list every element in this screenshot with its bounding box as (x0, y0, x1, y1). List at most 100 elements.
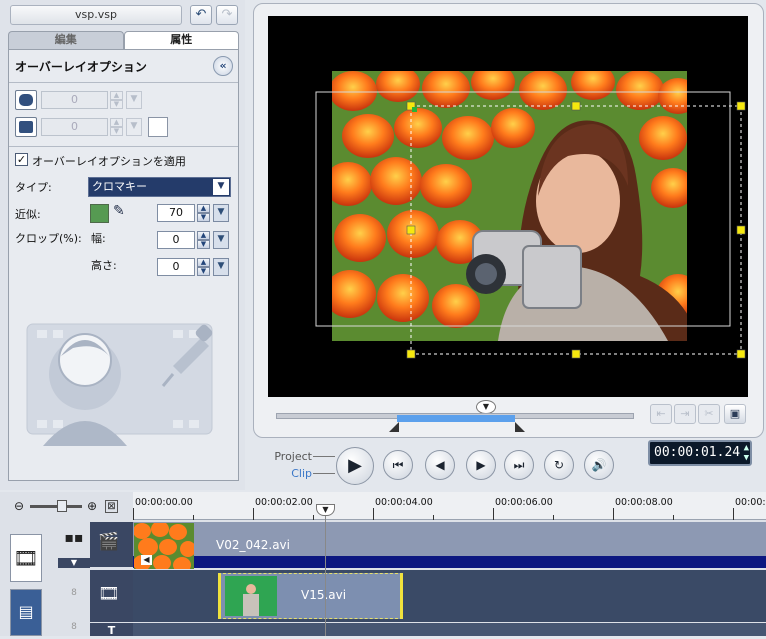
title-track-header[interactable]: T (90, 623, 133, 637)
preview-screen[interactable] (268, 16, 748, 397)
volume-button[interactable]: 🔊 (584, 450, 614, 480)
crop-width-label: 幅: (91, 232, 106, 245)
divider (313, 473, 335, 474)
zoom-slider[interactable] (30, 505, 82, 508)
crop-height-spinner[interactable]: ▲ ▼ (197, 258, 210, 276)
crop-label: クロップ(%): (15, 232, 82, 245)
mark-in-button[interactable]: ⇤ (650, 404, 672, 424)
collapse-button[interactable]: « (213, 56, 233, 76)
similarity-field[interactable]: 70 (157, 204, 195, 222)
overlay-options-title: オーバーレイオプション (15, 60, 147, 74)
overlay-clip-thumbnail (225, 576, 277, 616)
options-panel: vsp.vsp ↶ ↷ 編集 属性 オーバーレイオプション « 0 ▲ ▼ ▼ 0… (0, 0, 245, 490)
tab-edit[interactable]: 編集 (8, 31, 124, 49)
enlarge-button[interactable]: ▣ (724, 404, 746, 424)
ruler-label: 00:00:00.00 (135, 497, 193, 508)
border-icon[interactable] (15, 117, 37, 137)
similarity-spinner[interactable]: ▲ ▼ (197, 204, 210, 222)
crop-width-spinner[interactable]: ▲ ▼ (197, 231, 210, 249)
border-color-swatch (148, 117, 168, 137)
undo-button[interactable]: ↶ (190, 5, 212, 25)
mark-in-icon: ⇤ (656, 407, 666, 420)
repeat-button[interactable]: ↻ (544, 450, 574, 480)
divider (9, 146, 238, 147)
playhead-line (325, 505, 326, 636)
mode-clip[interactable]: Clip (272, 467, 312, 480)
type-select-value: クロマキー (92, 180, 147, 193)
audio-icon: ◀ (141, 555, 152, 565)
crop-height-dropdown[interactable]: ▼ (213, 258, 229, 276)
tab-attributes[interactable]: 属性 (123, 31, 239, 49)
zoom-out-icon[interactable]: ⊖ (14, 499, 24, 513)
fit-timeline-icon[interactable]: ⊠ (105, 500, 118, 513)
zoom-slider-thumb[interactable] (57, 500, 67, 512)
end-button[interactable]: ⏭ (504, 450, 534, 480)
ruler-label: 00:00:06.00 (495, 497, 553, 508)
mark-out-button[interactable]: ⇥ (674, 404, 696, 424)
apply-overlay-checkbox[interactable]: ✓ (15, 153, 28, 166)
scrubber-handle[interactable]: ▼ (476, 400, 496, 414)
storyboard-view-button[interactable]: 🎞 (10, 534, 42, 582)
video-track-header[interactable]: 🎬 (90, 522, 133, 567)
double-chevron-left-icon: « (219, 59, 227, 72)
preview-video-frame (315, 71, 746, 359)
mark-out-icon: ⇥ (680, 407, 690, 420)
overlay-track-icon: 🎞 (98, 584, 120, 604)
trim-end-handle[interactable] (515, 422, 525, 432)
video-track-audio-bar (133, 556, 766, 568)
mask-dropdown: ▼ (126, 91, 142, 109)
zoom-in-icon[interactable]: ⊕ (87, 499, 97, 513)
next-frame-icon: ▶ (476, 458, 486, 472)
crop-width-dropdown[interactable]: ▼ (213, 231, 229, 249)
film-icon: 🎞 (13, 546, 39, 570)
title-track[interactable] (133, 623, 766, 636)
mode-project[interactable]: Project (272, 450, 312, 463)
overlay-clip[interactable]: V15.avi (218, 573, 403, 619)
eyedropper-icon[interactable]: ✎ (113, 203, 125, 219)
redo-button[interactable]: ↷ (216, 5, 238, 25)
mask-field: 0 (41, 91, 108, 109)
type-label: タイプ: (15, 181, 52, 194)
enlarge-icon: ▣ (729, 407, 741, 420)
ruler-label: 00:00:04.00 (375, 497, 433, 508)
undo-icon: ↶ (195, 7, 207, 22)
track-expand-button[interactable]: ▼ (58, 558, 90, 568)
zoom-controls: ⊖ ⊕ ⊠ (0, 492, 133, 520)
trim-range (397, 415, 515, 422)
border-dropdown: ▼ (126, 118, 142, 136)
play-button[interactable]: ▶ (336, 447, 374, 485)
track-number: 8 (71, 622, 77, 632)
scissors-icon: ✂ (704, 407, 714, 420)
timeline-view-button[interactable]: ▤ (10, 589, 42, 636)
crop-height-label: 高さ: (91, 259, 117, 272)
mask-icon[interactable] (15, 90, 37, 110)
track-number: 8 (71, 588, 77, 598)
ruler-label: 00:00:08.00 (615, 497, 673, 508)
attributes-panel: オーバーレイオプション « 0 ▲ ▼ ▼ 0 ▲ ▼ ▼ ✓ オーバーレイオプショ… (8, 49, 239, 481)
border-spinner: ▲ ▼ (110, 118, 123, 136)
key-color-swatch[interactable] (90, 204, 109, 223)
split-button[interactable]: ✂ (698, 404, 720, 424)
project-name: vsp.vsp (10, 5, 182, 25)
play-icon: ▶ (348, 455, 362, 476)
similarity-dropdown[interactable]: ▼ (213, 204, 229, 222)
previous-frame-button[interactable]: ◀ (425, 450, 455, 480)
timeline-ruler[interactable]: 00:00:00.00 00:00:02.00 00:00:04.00 00:0… (133, 492, 766, 520)
next-frame-button[interactable]: ▶ (466, 450, 496, 480)
type-select[interactable]: クロマキー ▼ (88, 177, 231, 197)
clip-name: V15.avi (301, 588, 347, 602)
crop-height-field[interactable]: 0 (157, 258, 195, 276)
overlay-track-header[interactable]: 🎞 (90, 570, 133, 622)
mask-spinner: ▲ ▼ (110, 91, 123, 109)
prev-frame-icon: ◀ (435, 458, 445, 472)
ruler-label: 00:00:02.00 (255, 497, 313, 508)
apply-overlay-label: オーバーレイオプションを適用 (32, 155, 186, 168)
timecode-spinner[interactable]: ▲ ▼ (744, 443, 749, 463)
home-button[interactable]: ⏮ (383, 450, 413, 480)
timecode-field[interactable]: 00:00:01.24 ▲ ▼ (648, 440, 752, 466)
timecode-value: 00:00:01.24 (654, 445, 741, 460)
end-icon: ⏭ (513, 458, 525, 472)
trim-start-handle[interactable] (389, 422, 399, 432)
volume-icon: 🔊 (591, 458, 607, 472)
crop-width-field[interactable]: 0 (157, 231, 195, 249)
